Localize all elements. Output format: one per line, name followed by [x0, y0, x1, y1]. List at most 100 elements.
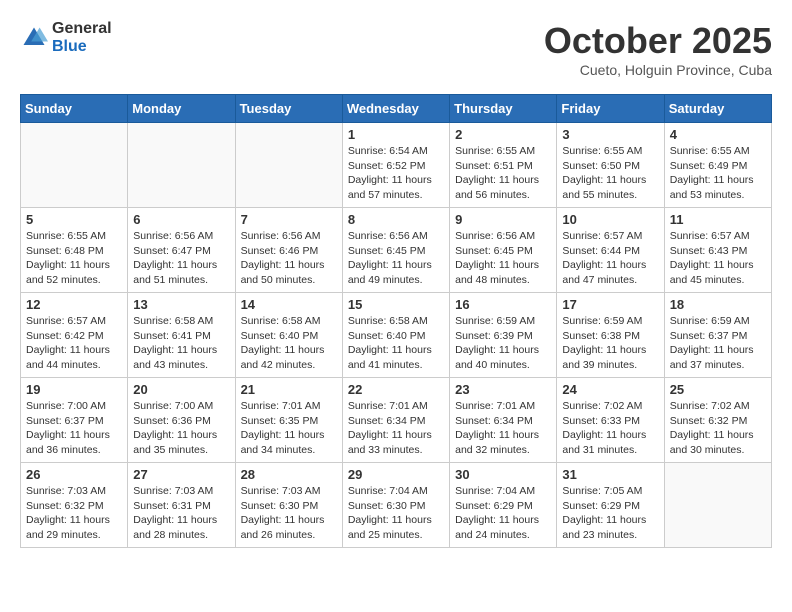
- day-info: Sunrise: 6:55 AMSunset: 6:51 PMDaylight:…: [455, 144, 551, 203]
- day-number: 20: [133, 382, 229, 397]
- day-number: 10: [562, 212, 658, 227]
- day-number: 31: [562, 467, 658, 482]
- day-number: 21: [241, 382, 337, 397]
- calendar-cell: 8 Sunrise: 6:56 AMSunset: 6:45 PMDaylight…: [342, 208, 449, 293]
- calendar-cell: 20 Sunrise: 7:00 AMSunset: 6:36 PMDayligh…: [128, 378, 235, 463]
- day-info: Sunrise: 7:01 AMSunset: 6:34 PMDaylight:…: [455, 399, 551, 458]
- day-number: 15: [348, 297, 444, 312]
- calendar-cell: 16Sunrise: 6:59 AMSunset: 6:39 PMDayligh…: [450, 293, 557, 378]
- week-row-1: 1 Sunrise: 6:54 AMSunset: 6:52 PMDaylight…: [21, 123, 772, 208]
- day-info: Sunrise: 6:57 AMSunset: 6:44 PMDaylight:…: [562, 229, 658, 288]
- day-info: Sunrise: 6:56 AMSunset: 6:45 PMDaylight:…: [348, 229, 444, 288]
- day-number: 16: [455, 297, 551, 312]
- day-number: 14: [241, 297, 337, 312]
- day-number: 1: [348, 127, 444, 142]
- day-number: 4: [670, 127, 766, 142]
- weekday-header-monday: Monday: [128, 95, 235, 123]
- calendar-cell: 30Sunrise: 7:04 AMSunset: 6:29 PMDayligh…: [450, 463, 557, 548]
- calendar-cell: 6Sunrise: 6:56 AMSunset: 6:47 PMDaylight…: [128, 208, 235, 293]
- weekday-header-wednesday: Wednesday: [342, 95, 449, 123]
- day-number: 3: [562, 127, 658, 142]
- logo-blue: Blue: [52, 38, 112, 56]
- day-info: Sunrise: 7:03 AMSunset: 6:30 PMDaylight:…: [241, 484, 337, 543]
- day-number: 5: [26, 212, 122, 227]
- day-number: 26: [26, 467, 122, 482]
- weekday-header-thursday: Thursday: [450, 95, 557, 123]
- weekday-header-sunday: Sunday: [21, 95, 128, 123]
- day-info: Sunrise: 6:56 AMSunset: 6:46 PMDaylight:…: [241, 229, 337, 288]
- week-row-5: 26Sunrise: 7:03 AMSunset: 6:32 PMDayligh…: [21, 463, 772, 548]
- day-number: 23: [455, 382, 551, 397]
- day-info: Sunrise: 6:58 AMSunset: 6:40 PMDaylight:…: [241, 314, 337, 373]
- calendar-cell: 13 Sunrise: 6:58 AMSunset: 6:41 PMDayligh…: [128, 293, 235, 378]
- day-info: Sunrise: 6:54 AMSunset: 6:52 PMDaylight:…: [348, 144, 444, 203]
- day-info: Sunrise: 7:00 AMSunset: 6:37 PMDaylight:…: [26, 399, 122, 458]
- weekday-header-tuesday: Tuesday: [235, 95, 342, 123]
- day-info: Sunrise: 6:55 AMSunset: 6:49 PMDaylight:…: [670, 144, 766, 203]
- day-number: 30: [455, 467, 551, 482]
- logo-text: General Blue: [52, 20, 112, 55]
- day-info: Sunrise: 7:01 AMSunset: 6:34 PMDaylight:…: [348, 399, 444, 458]
- day-info: Sunrise: 7:03 AMSunset: 6:31 PMDaylight:…: [133, 484, 229, 543]
- weekday-header-saturday: Saturday: [664, 95, 771, 123]
- calendar-cell: 9 Sunrise: 6:56 AMSunset: 6:45 PMDaylight…: [450, 208, 557, 293]
- day-number: 19: [26, 382, 122, 397]
- calendar-cell: 23 Sunrise: 7:01 AMSunset: 6:34 PMDayligh…: [450, 378, 557, 463]
- calendar-cell: 22 Sunrise: 7:01 AMSunset: 6:34 PMDayligh…: [342, 378, 449, 463]
- calendar-cell: [128, 123, 235, 208]
- calendar-cell: 21 Sunrise: 7:01 AMSunset: 6:35 PMDayligh…: [235, 378, 342, 463]
- day-info: Sunrise: 7:00 AMSunset: 6:36 PMDaylight:…: [133, 399, 229, 458]
- calendar-cell: 19 Sunrise: 7:00 AMSunset: 6:37 PMDayligh…: [21, 378, 128, 463]
- day-number: 13: [133, 297, 229, 312]
- week-row-3: 12Sunrise: 6:57 AMSunset: 6:42 PMDayligh…: [21, 293, 772, 378]
- month-title: October 2025: [544, 20, 772, 62]
- calendar-cell: 17 Sunrise: 6:59 AMSunset: 6:38 PMDayligh…: [557, 293, 664, 378]
- day-number: 27: [133, 467, 229, 482]
- day-info: Sunrise: 6:59 AMSunset: 6:38 PMDaylight:…: [562, 314, 658, 373]
- day-number: 18: [670, 297, 766, 312]
- day-number: 22: [348, 382, 444, 397]
- calendar-cell: 25Sunrise: 7:02 AMSunset: 6:32 PMDayligh…: [664, 378, 771, 463]
- day-number: 8: [348, 212, 444, 227]
- day-info: Sunrise: 6:56 AMSunset: 6:45 PMDaylight:…: [455, 229, 551, 288]
- calendar-cell: 28 Sunrise: 7:03 AMSunset: 6:30 PMDayligh…: [235, 463, 342, 548]
- title-section: October 2025 Cueto, Holguin Province, Cu…: [544, 20, 772, 78]
- logo-icon: [20, 24, 48, 52]
- day-number: 29: [348, 467, 444, 482]
- page-header: General Blue October 2025 Cueto, Holguin…: [20, 20, 772, 78]
- day-number: 2: [455, 127, 551, 142]
- calendar-cell: 2 Sunrise: 6:55 AMSunset: 6:51 PMDaylight…: [450, 123, 557, 208]
- weekday-header-friday: Friday: [557, 95, 664, 123]
- weekday-header-row: SundayMondayTuesdayWednesdayThursdayFrid…: [21, 95, 772, 123]
- day-number: 28: [241, 467, 337, 482]
- calendar-cell: 14 Sunrise: 6:58 AMSunset: 6:40 PMDayligh…: [235, 293, 342, 378]
- day-info: Sunrise: 6:56 AMSunset: 6:47 PMDaylight:…: [133, 229, 229, 288]
- day-info: Sunrise: 7:02 AMSunset: 6:33 PMDaylight:…: [562, 399, 658, 458]
- calendar-table: SundayMondayTuesdayWednesdayThursdayFrid…: [20, 94, 772, 548]
- day-number: 7: [241, 212, 337, 227]
- week-row-4: 19 Sunrise: 7:00 AMSunset: 6:37 PMDayligh…: [21, 378, 772, 463]
- day-info: Sunrise: 6:58 AMSunset: 6:41 PMDaylight:…: [133, 314, 229, 373]
- week-row-2: 5Sunrise: 6:55 AMSunset: 6:48 PMDaylight…: [21, 208, 772, 293]
- day-number: 9: [455, 212, 551, 227]
- calendar-cell: [21, 123, 128, 208]
- day-number: 17: [562, 297, 658, 312]
- day-info: Sunrise: 6:59 AMSunset: 6:37 PMDaylight:…: [670, 314, 766, 373]
- logo: General Blue: [20, 20, 112, 55]
- calendar-cell: 15Sunrise: 6:58 AMSunset: 6:40 PMDayligh…: [342, 293, 449, 378]
- calendar-cell: 29 Sunrise: 7:04 AMSunset: 6:30 PMDayligh…: [342, 463, 449, 548]
- calendar-cell: 1 Sunrise: 6:54 AMSunset: 6:52 PMDaylight…: [342, 123, 449, 208]
- calendar-cell: 27 Sunrise: 7:03 AMSunset: 6:31 PMDayligh…: [128, 463, 235, 548]
- calendar-cell: 5Sunrise: 6:55 AMSunset: 6:48 PMDaylight…: [21, 208, 128, 293]
- calendar-cell: 10 Sunrise: 6:57 AMSunset: 6:44 PMDayligh…: [557, 208, 664, 293]
- calendar-cell: 4 Sunrise: 6:55 AMSunset: 6:49 PMDaylight…: [664, 123, 771, 208]
- calendar-cell: 12Sunrise: 6:57 AMSunset: 6:42 PMDayligh…: [21, 293, 128, 378]
- day-info: Sunrise: 6:57 AMSunset: 6:43 PMDaylight:…: [670, 229, 766, 288]
- day-number: 25: [670, 382, 766, 397]
- calendar-cell: 3 Sunrise: 6:55 AMSunset: 6:50 PMDaylight…: [557, 123, 664, 208]
- location: Cueto, Holguin Province, Cuba: [544, 62, 772, 78]
- day-info: Sunrise: 7:04 AMSunset: 6:30 PMDaylight:…: [348, 484, 444, 543]
- calendar-cell: 11Sunrise: 6:57 AMSunset: 6:43 PMDayligh…: [664, 208, 771, 293]
- day-info: Sunrise: 6:55 AMSunset: 6:50 PMDaylight:…: [562, 144, 658, 203]
- day-info: Sunrise: 7:01 AMSunset: 6:35 PMDaylight:…: [241, 399, 337, 458]
